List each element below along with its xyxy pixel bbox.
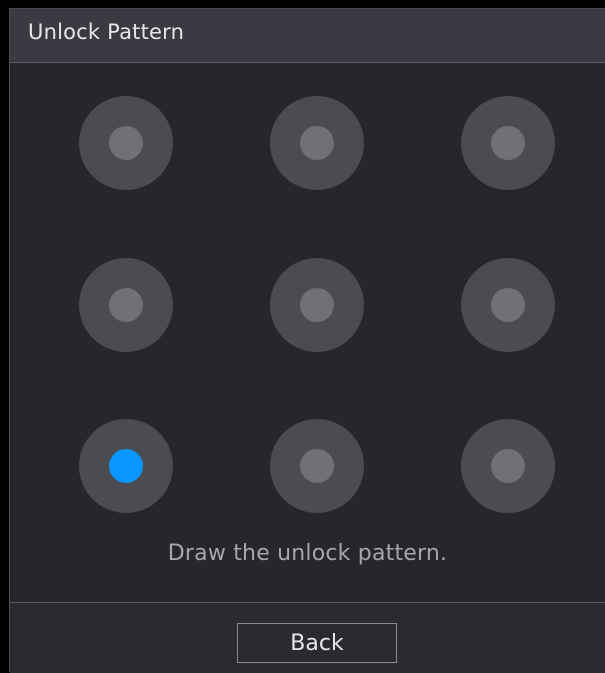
pattern-dot-5-center <box>300 288 334 322</box>
pattern-dot-7[interactable] <box>79 419 173 513</box>
pattern-hint: Draw the unlock pattern. <box>167 541 448 566</box>
back-button[interactable]: Back <box>237 623 397 663</box>
unlock-pattern-dialog: Unlock Pattern Draw the unlock pattern. … <box>9 8 605 673</box>
pattern-grid[interactable] <box>10 9 605 672</box>
pattern-dot-2[interactable] <box>270 96 364 190</box>
pattern-dot-1[interactable] <box>79 96 173 190</box>
dialog-footer: Back <box>10 602 605 673</box>
pattern-dot-8-center <box>300 449 334 483</box>
pattern-dot-4-center <box>109 288 143 322</box>
pattern-dot-6[interactable] <box>461 258 555 352</box>
pattern-dot-7-center <box>109 449 143 483</box>
pattern-dot-9[interactable] <box>461 419 555 513</box>
pattern-dot-3-center <box>491 126 525 160</box>
pattern-dot-2-center <box>300 126 334 160</box>
pattern-dot-5[interactable] <box>270 258 364 352</box>
pattern-dot-1-center <box>109 126 143 160</box>
pattern-dot-4[interactable] <box>79 258 173 352</box>
pattern-dot-6-center <box>491 288 525 322</box>
pattern-dot-3[interactable] <box>461 96 555 190</box>
pattern-dot-9-center <box>491 449 525 483</box>
pattern-dot-8[interactable] <box>270 419 364 513</box>
